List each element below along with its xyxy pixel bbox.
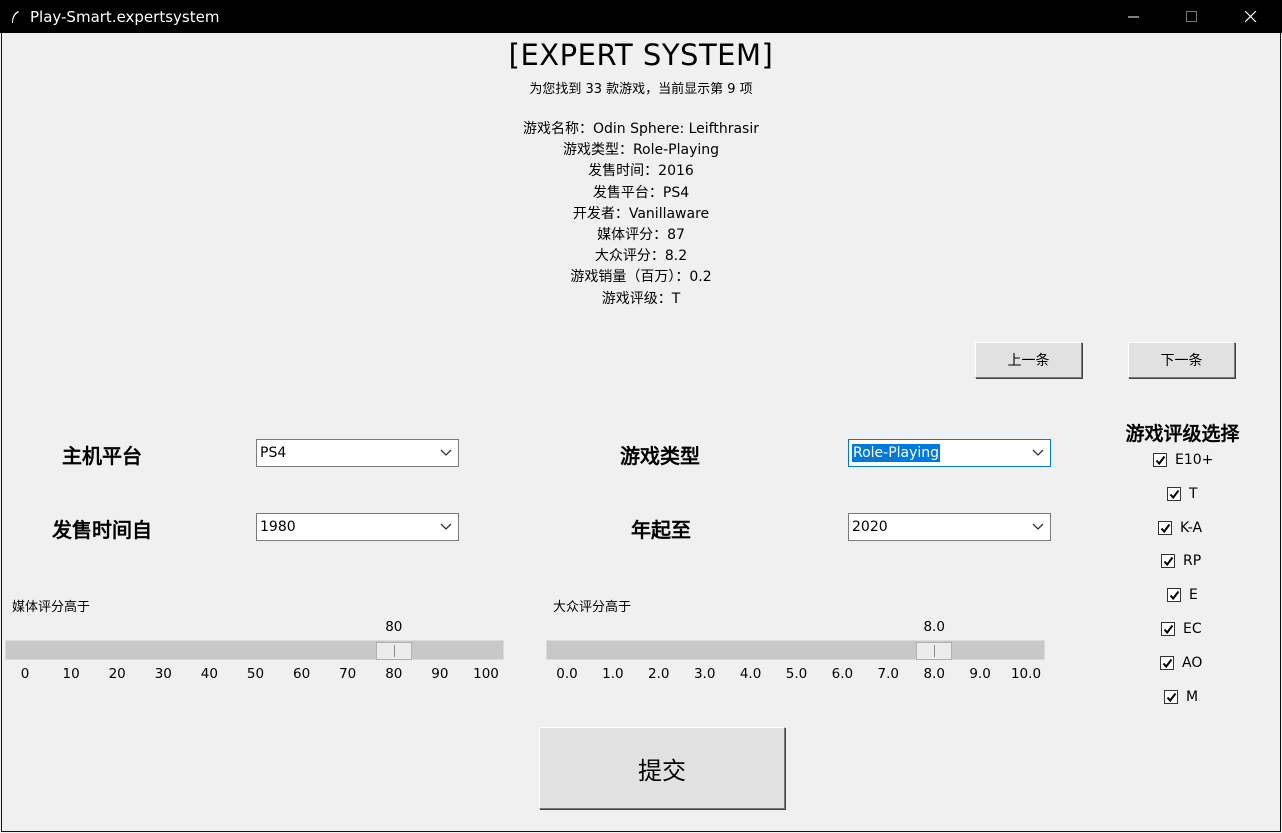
- scale-tick-label: 40: [200, 666, 218, 682]
- media-score-slider-handle[interactable]: [375, 642, 412, 660]
- scale-tick-label: 80: [385, 666, 403, 682]
- chevron-down-icon: [1032, 449, 1044, 456]
- rating-checkbox-label: AO: [1182, 654, 1203, 671]
- checkbox-icon[interactable]: [1167, 486, 1181, 501]
- year-to-select[interactable]: 2020: [848, 513, 1051, 541]
- user-score-label: 大众评分高于: [553, 600, 632, 615]
- year-from-select-value: 1980: [260, 519, 296, 535]
- scale-tick-label: 1.0: [602, 666, 624, 682]
- rating-checkbox-label: K-A: [1180, 519, 1203, 536]
- game-rating: 游戏评级：T: [601, 290, 681, 307]
- rating-checkbox-k-a[interactable]: K-A: [1158, 520, 1202, 536]
- result-summary: 为您找到 33 款游戏，当前显示第 9 项: [529, 82, 753, 97]
- scale-tick-label: 70: [339, 666, 357, 682]
- game-media-score: 媒体评分：87: [597, 226, 685, 243]
- rating-checkbox-m[interactable]: M: [1164, 689, 1198, 705]
- scale-tick-label: 3.0: [693, 666, 716, 682]
- scale-tick-label: 8.0: [923, 666, 945, 682]
- game-sales: 游戏销量（百万）：0.2: [570, 269, 712, 286]
- rating-checkbox-label: EC: [1183, 621, 1202, 637]
- page-title: [EXPERT SYSTEM]: [508, 38, 774, 72]
- next-button[interactable]: 下一条: [1128, 342, 1235, 378]
- submit-button[interactable]: 提交: [539, 727, 785, 809]
- chevron-down-icon: [440, 523, 452, 530]
- rating-section-title: 游戏评级选择: [1125, 423, 1240, 445]
- rating-checkbox-label: E10+: [1175, 452, 1214, 468]
- minimize-button[interactable]: [1105, 0, 1163, 33]
- scale-tick-label: 90: [431, 666, 449, 682]
- checkbox-icon[interactable]: [1158, 520, 1172, 535]
- close-button[interactable]: [1222, 0, 1280, 33]
- game-info-panel: 游戏名称：Odin Sphere: Leifthrasir 游戏类型：Role-…: [0, 119, 1282, 310]
- checkbox-icon[interactable]: [1161, 622, 1175, 636]
- media-score-slider[interactable]: [5, 640, 504, 660]
- scale-tick-label: 100: [473, 666, 499, 682]
- rating-checkbox-label: RP: [1183, 553, 1202, 570]
- checkbox-icon[interactable]: [1164, 689, 1178, 704]
- rating-checkbox-label: M: [1186, 688, 1199, 705]
- scale-tick-label: 50: [246, 666, 265, 682]
- rating-checkbox-t[interactable]: T: [1167, 486, 1198, 502]
- platform-select[interactable]: PS4: [256, 439, 459, 467]
- rating-checkbox-e10-[interactable]: E10+: [1153, 452, 1213, 468]
- scale-tick-label: 0: [20, 666, 30, 682]
- scale-tick-label: 2.0: [648, 666, 670, 682]
- checkbox-icon[interactable]: [1153, 453, 1167, 467]
- genre-label: 游戏类型: [620, 444, 700, 468]
- scale-tick-label: 7.0: [877, 666, 900, 682]
- game-release-year: 发售时间：2016: [588, 163, 694, 180]
- checkbox-icon[interactable]: [1167, 588, 1181, 603]
- scale-tick-label: 0.0: [556, 666, 578, 682]
- scale-tick-label: 9.0: [969, 666, 991, 682]
- year-from-label: 发售时间自: [52, 518, 152, 542]
- prev-button[interactable]: 上一条: [975, 342, 1082, 378]
- media-score-value: 80: [385, 619, 403, 635]
- feather-icon: [0, 10, 30, 24]
- genre-select[interactable]: Role-Playing: [848, 439, 1051, 467]
- chevron-down-icon: [440, 449, 452, 456]
- rating-checkbox-rp[interactable]: RP: [1161, 553, 1201, 569]
- media-score-label: 媒体评分高于: [12, 600, 91, 615]
- game-genre: 游戏类型：Role-Playing: [562, 142, 720, 159]
- window-title: Play-Smart.expertsystem: [30, 7, 220, 26]
- maximize-button[interactable]: [1163, 0, 1221, 33]
- user-score-value: 8.0: [923, 619, 945, 635]
- user-score-slider-handle[interactable]: [916, 642, 953, 660]
- title-bar: Play-Smart.expertsystem: [0, 0, 1282, 33]
- platform-select-value: PS4: [260, 445, 287, 461]
- rating-checkbox-label: E: [1189, 587, 1198, 604]
- rating-checkbox-ao[interactable]: AO: [1160, 655, 1202, 671]
- rating-checkbox-e[interactable]: E: [1167, 587, 1198, 603]
- game-name: 游戏名称：Odin Sphere: Leifthrasir: [523, 121, 759, 137]
- game-platform: 发售平台：PS4: [592, 184, 690, 201]
- scale-tick-label: 10.0: [1010, 666, 1042, 682]
- game-user-score: 大众评分：8.2: [594, 248, 688, 265]
- genre-select-value: Role-Playing: [852, 444, 941, 462]
- scale-tick-label: 10: [62, 666, 80, 682]
- user-score-slider[interactable]: [546, 640, 1045, 660]
- chevron-down-icon: [1032, 523, 1044, 530]
- platform-label: 主机平台: [62, 444, 142, 468]
- scale-tick-label: 20: [108, 666, 126, 682]
- checkbox-icon[interactable]: [1160, 655, 1174, 670]
- scale-tick-label: 5.0: [785, 666, 808, 682]
- year-to-label: 年起至: [631, 518, 691, 542]
- year-to-select-value: 2020: [852, 519, 888, 535]
- scale-tick-label: 6.0: [831, 666, 854, 682]
- rating-checkbox-label: T: [1189, 485, 1198, 502]
- scale-tick-label: 4.0: [739, 666, 762, 682]
- game-developer: 开发者：Vanillaware: [572, 205, 710, 222]
- checkbox-icon[interactable]: [1161, 554, 1175, 569]
- scale-tick-label: 30: [154, 666, 172, 682]
- year-from-select[interactable]: 1980: [256, 513, 459, 541]
- scale-tick-label: 60: [293, 666, 311, 682]
- rating-checkbox-ec[interactable]: EC: [1161, 621, 1202, 637]
